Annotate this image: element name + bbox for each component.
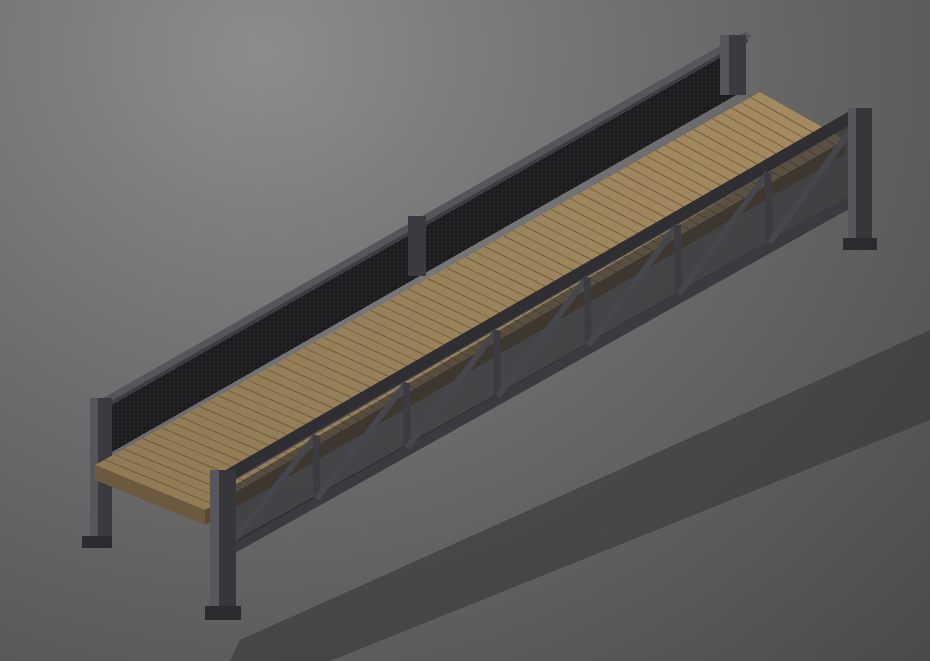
truss-vertical [403, 382, 411, 448]
cad-viewport[interactable] [0, 0, 930, 661]
truss-vertical [673, 225, 683, 295]
truss-vertical [583, 277, 592, 346]
truss-vertical [764, 172, 773, 244]
truss-vertical [493, 330, 502, 397]
bridge-model-render[interactable] [0, 0, 930, 661]
